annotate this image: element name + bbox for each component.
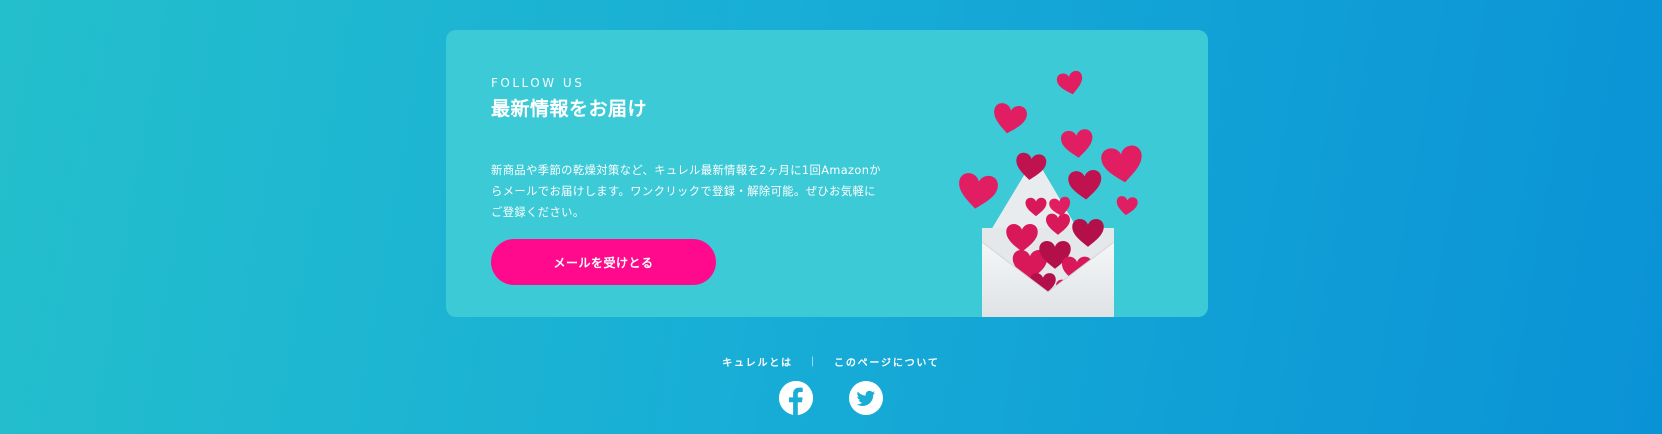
- newsletter-card: FOLLOW US 最新情報をお届け 新商品や季節の乾燥対策など、キュレル最新情…: [446, 30, 1208, 317]
- footer-link-about-curel[interactable]: キュレルとは: [722, 354, 793, 369]
- description-line: ご登録ください。: [491, 206, 585, 219]
- envelope-hearts-illustration: [955, 69, 1146, 317]
- footer-link-about-this-page[interactable]: このページについて: [834, 354, 940, 369]
- footer-link-separator: |: [810, 356, 817, 367]
- description-line: 新商品や季節の乾燥対策など、キュレル最新情報を2ヶ月に1回Amazonか: [491, 164, 881, 177]
- footer-links: キュレルとは | このページについて: [0, 354, 1662, 369]
- twitter-icon: [856, 390, 875, 406]
- follow-us-label: FOLLOW US: [491, 76, 585, 90]
- receive-email-button[interactable]: メールを受けとる: [491, 239, 716, 285]
- twitter-button[interactable]: [849, 381, 883, 415]
- facebook-button[interactable]: [779, 381, 813, 415]
- newsletter-title: 最新情報をお届け: [491, 98, 648, 120]
- facebook-icon: [779, 381, 813, 415]
- social-links: [0, 381, 1662, 415]
- description-line: らメールでお届けします。ワンクリックで登録・解除可能。ぜひお気軽に: [491, 185, 876, 198]
- newsletter-description: 新商品や季節の乾燥対策など、キュレル最新情報を2ヶ月に1回Amazonか らメー…: [491, 160, 931, 223]
